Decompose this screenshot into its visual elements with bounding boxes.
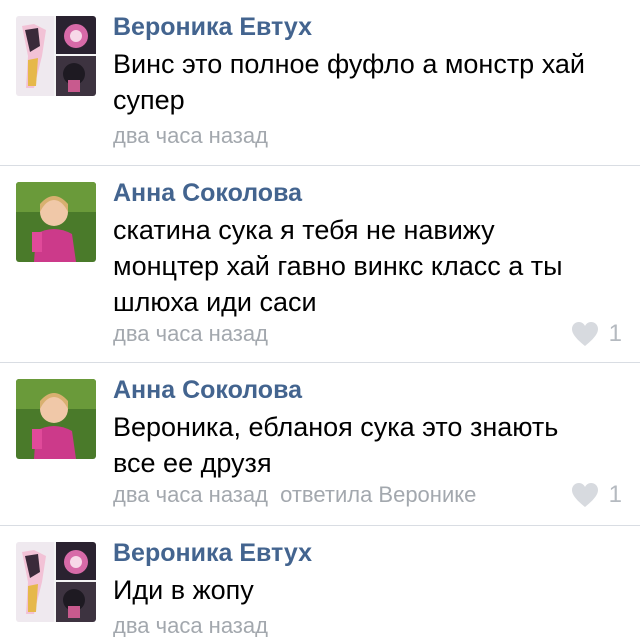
comment-time: два часа назад — [113, 613, 268, 637]
comment-text-line: супер — [113, 85, 185, 115]
comment-time: два часа назад — [113, 482, 268, 507]
comment-item: Вероника Евтух Иди в жопу два часа назад — [0, 526, 640, 637]
comment-text-line: скатина сука я тебя не навижу — [113, 215, 495, 245]
avatar[interactable] — [16, 182, 96, 262]
comment-meta: два часа назад — [113, 612, 268, 637]
avatar[interactable] — [16, 379, 96, 459]
comment-text-line: монцтер хай гавно винкс класс а ты — [113, 251, 563, 281]
comment-time: два часа назад — [113, 123, 268, 148]
avatar[interactable] — [16, 542, 96, 622]
comment-author[interactable]: Анна Соколова — [113, 174, 624, 212]
comment-text-line: Иди в жопу — [113, 575, 254, 605]
comment-text-line: Вероника, ебланоя сука это знають — [113, 412, 559, 442]
comment-text: Иди в жопу — [113, 572, 624, 608]
like-button[interactable]: 1 — [571, 320, 622, 348]
comment-author[interactable]: Вероника Евтух — [113, 534, 624, 572]
like-count: 1 — [608, 481, 622, 508]
comment-time: два часа назад — [113, 321, 268, 346]
like-count: 1 — [608, 320, 622, 347]
heart-icon — [571, 483, 598, 507]
comment-meta: два часа назад — [113, 122, 268, 150]
comment-item: Анна Соколова Вероника, ебланоя сука это… — [0, 363, 640, 526]
comment-text-line: шлюха иди саси — [113, 287, 317, 317]
comment-author[interactable]: Анна Соколова — [113, 371, 624, 409]
comment-meta: два часа назад ответила Веронике — [113, 481, 476, 509]
comment-text: скатина сука я тебя не навижу монцтер ха… — [113, 212, 624, 320]
comment-text-line: Винс это полное фуфло а монстр хай — [113, 49, 585, 79]
comment-meta: два часа назад — [113, 320, 268, 348]
comments-feed: Вероника Евтух Винс это полное фуфло а м… — [0, 0, 640, 637]
reply-to-link[interactable]: ответила Веронике — [280, 482, 476, 507]
comment-author[interactable]: Вероника Евтух — [113, 8, 624, 46]
like-button[interactable]: 1 — [571, 481, 622, 509]
comment-text: Вероника, ебланоя сука это знають все ее… — [113, 409, 624, 481]
comment-text-line: все ее друзя — [113, 448, 272, 478]
avatar[interactable] — [16, 16, 96, 96]
comment-item: Вероника Евтух Винс это полное фуфло а м… — [0, 0, 640, 166]
comment-item: Анна Соколова скатина сука я тебя не нав… — [0, 166, 640, 363]
comment-text: Винс это полное фуфло а монстр хай супер — [113, 46, 624, 118]
heart-icon — [571, 322, 598, 346]
